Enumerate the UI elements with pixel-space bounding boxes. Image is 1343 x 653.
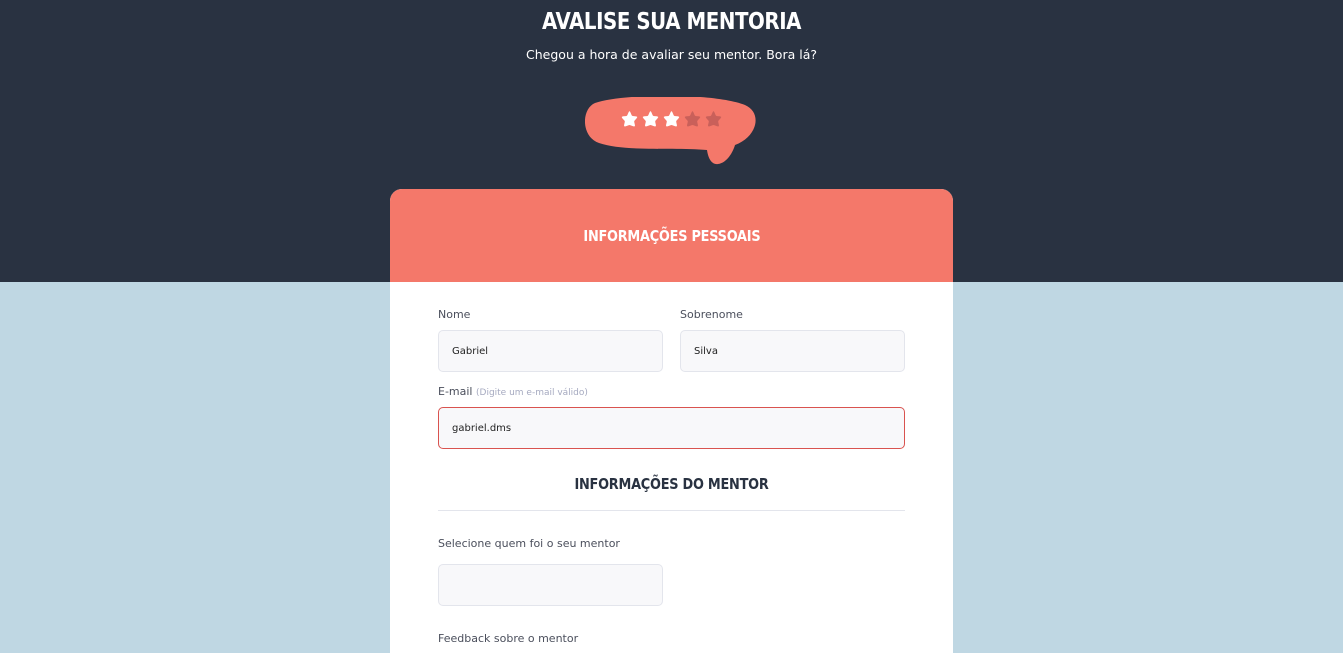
star-icon[interactable]: [662, 110, 681, 129]
mentor-select[interactable]: [438, 564, 663, 606]
evaluation-form-card: INFORMAÇÕES PESSOAIS Nome Sobrenome E-ma…: [390, 189, 953, 653]
section-divider: [438, 510, 905, 511]
page-title: AVALISE SUA MENTORIA: [541, 9, 802, 35]
email-input[interactable]: [438, 407, 905, 449]
speech-bubble-shape: [585, 97, 756, 165]
personal-info-title: INFORMAÇÕES PESSOAIS: [583, 226, 760, 245]
mentor-select-label: Selecione quem foi o seu mentor: [438, 537, 620, 550]
first-name-label: Nome: [438, 308, 471, 321]
rating-bubble: [585, 97, 757, 167]
email-label-group: E-mail (Digite um e-mail válido): [438, 385, 588, 398]
last-name-label: Sobrenome: [680, 308, 743, 321]
star-icon[interactable]: [683, 110, 702, 129]
email-label: E-mail: [438, 385, 473, 398]
feedback-label: Feedback sobre o mentor: [438, 632, 579, 645]
mentor-info-title: INFORMAÇÕES DO MENTOR: [574, 475, 769, 493]
email-hint: (Digite um e-mail válido): [476, 388, 588, 398]
card-header: INFORMAÇÕES PESSOAIS: [390, 189, 953, 282]
star-icon[interactable]: [620, 110, 639, 129]
star-rating: [620, 110, 723, 129]
page-subtitle: Chegou a hora de avaliar seu mentor. Bor…: [526, 47, 817, 62]
last-name-input[interactable]: [680, 330, 905, 372]
first-name-input[interactable]: [438, 330, 663, 372]
star-icon[interactable]: [704, 110, 723, 129]
star-icon[interactable]: [641, 110, 660, 129]
